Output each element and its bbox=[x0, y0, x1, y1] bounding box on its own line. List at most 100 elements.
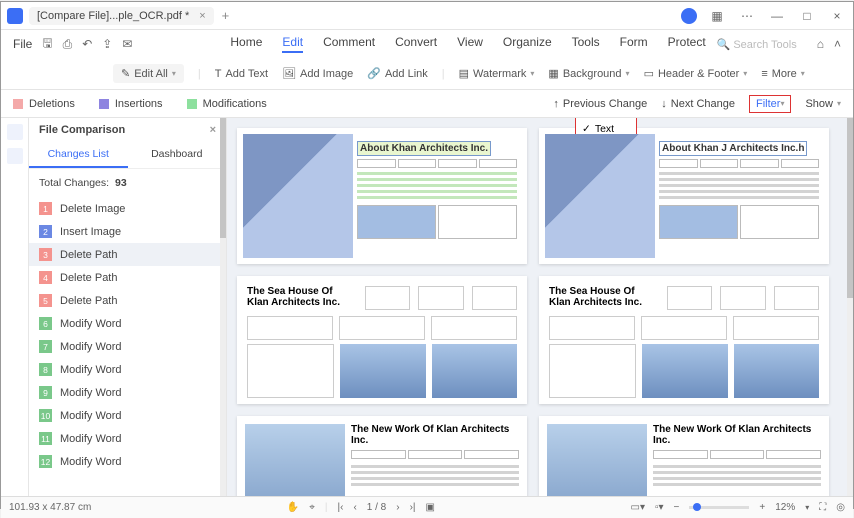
fullscreen-icon[interactable]: ⛶ bbox=[819, 502, 826, 513]
zoom-in-icon[interactable]: + bbox=[759, 502, 765, 513]
add-text-button[interactable]: T Add Text bbox=[215, 68, 268, 80]
menu-tools[interactable]: Tools bbox=[572, 35, 600, 53]
tab-dashboard[interactable]: Dashboard bbox=[128, 142, 227, 168]
reading-mode-icon[interactable]: ▣ bbox=[426, 502, 435, 513]
change-number-badge: 3 bbox=[39, 248, 52, 261]
sidebar-scrollbar[interactable] bbox=[220, 118, 226, 496]
change-item[interactable]: 5Delete Path bbox=[29, 289, 226, 312]
change-label: Modify Word bbox=[60, 387, 122, 399]
watermark-button[interactable]: ▤ Watermark bbox=[459, 67, 535, 80]
page-indicator[interactable]: 1 / 8 bbox=[367, 502, 386, 513]
options-icon[interactable]: ⋯ bbox=[737, 9, 757, 23]
grid-icon[interactable]: ▦ bbox=[707, 9, 727, 23]
menu-form[interactable]: Form bbox=[620, 35, 648, 53]
header-footer-button[interactable]: ▭ Header & Footer bbox=[644, 67, 748, 80]
edit-all-button[interactable]: ✎ Edit All bbox=[113, 64, 184, 83]
previous-change-button[interactable]: ↑ Previous Change bbox=[553, 98, 647, 110]
menu-protect[interactable]: Protect bbox=[668, 35, 706, 53]
minimize-button[interactable]: — bbox=[767, 9, 787, 23]
zoom-out-icon[interactable]: − bbox=[674, 502, 680, 513]
change-label: Modify Word bbox=[60, 318, 122, 330]
zoom-slider[interactable] bbox=[689, 506, 749, 509]
content-scrollbar[interactable] bbox=[847, 118, 853, 496]
change-number-badge: 7 bbox=[39, 340, 52, 353]
next-page-icon[interactable]: › bbox=[396, 502, 399, 513]
fit-page-icon[interactable]: ▫▾ bbox=[655, 502, 664, 513]
page-3-left[interactable]: The New Work Of Klan Architects Inc. bbox=[237, 416, 527, 496]
last-page-icon[interactable]: ›| bbox=[410, 502, 416, 513]
change-label: Modify Word bbox=[60, 410, 122, 422]
undo-icon[interactable]: ↶ bbox=[82, 37, 92, 51]
new-tab-button[interactable]: + bbox=[222, 8, 230, 23]
change-item[interactable]: 2Insert Image bbox=[29, 220, 226, 243]
hand-tool-icon[interactable]: ✋ bbox=[287, 502, 299, 513]
change-item[interactable]: 7Modify Word bbox=[29, 335, 226, 358]
fit-width-icon[interactable]: ▭▾ bbox=[631, 502, 645, 513]
page-2-left[interactable]: The Sea House Of Klan Architects Inc. bbox=[237, 276, 527, 404]
changes-list: 1Delete Image2Insert Image3Delete Path4D… bbox=[29, 197, 226, 496]
rail-icon-1[interactable] bbox=[7, 124, 23, 140]
text-icon: T bbox=[215, 68, 222, 80]
page-image bbox=[243, 134, 353, 258]
change-item[interactable]: 12Modify Word bbox=[29, 450, 226, 473]
sidebar-close-icon[interactable]: × bbox=[210, 124, 216, 136]
close-button[interactable]: × bbox=[827, 9, 847, 23]
page-2b-title: The Sea House Of Klan Architects Inc. bbox=[549, 286, 659, 308]
save-icon[interactable]: 🖫 bbox=[42, 34, 52, 55]
filter-button[interactable]: Filter bbox=[749, 95, 791, 113]
toolbar: ✎ Edit All | T Add Text 🖼 Add Image 🔗 Ad… bbox=[1, 58, 853, 90]
add-link-button[interactable]: 🔗 Add Link bbox=[367, 67, 428, 80]
change-item[interactable]: 9Modify Word bbox=[29, 381, 226, 404]
page-2-right[interactable]: The Sea House Of Klan Architects Inc. bbox=[539, 276, 829, 404]
header-icon: ▭ bbox=[644, 67, 654, 80]
show-button[interactable]: Show bbox=[805, 98, 841, 110]
change-item[interactable]: 6Modify Word bbox=[29, 312, 226, 335]
menu-organize[interactable]: Organize bbox=[503, 35, 552, 53]
more-button[interactable]: ≡ More bbox=[761, 68, 805, 80]
page-3-right[interactable]: The New Work Of Klan Architects Inc. bbox=[539, 416, 829, 496]
first-page-icon[interactable]: |‹ bbox=[338, 502, 344, 513]
user-avatar[interactable] bbox=[681, 8, 697, 24]
mail-icon[interactable]: ✉ bbox=[122, 37, 132, 51]
print-icon[interactable]: ⎙ bbox=[63, 37, 73, 52]
tab-close-icon[interactable]: × bbox=[199, 10, 205, 22]
zoom-value[interactable]: 12% bbox=[775, 502, 795, 513]
add-image-button[interactable]: 🖼 Add Image bbox=[282, 67, 353, 80]
change-label: Modify Word bbox=[60, 456, 122, 468]
select-tool-icon[interactable]: ⌖ bbox=[309, 502, 315, 513]
statusbar: 101.93 x 47.87 cm ✋ ⌖ | |‹ ‹ 1 / 8 › ›| … bbox=[1, 496, 853, 518]
change-item[interactable]: 4Delete Path bbox=[29, 266, 226, 289]
search-tools[interactable]: 🔍 Search Tools bbox=[717, 38, 797, 51]
toolbar-divider: | bbox=[442, 68, 445, 80]
rail-icon-2[interactable] bbox=[7, 148, 23, 164]
cloud-icon[interactable]: ⌂ bbox=[817, 37, 824, 51]
image-icon: 🖼 bbox=[282, 67, 296, 80]
change-item[interactable]: 1Delete Image bbox=[29, 197, 226, 220]
menu-convert[interactable]: Convert bbox=[395, 35, 437, 53]
maximize-button[interactable]: □ bbox=[797, 9, 817, 23]
menu-comment[interactable]: Comment bbox=[323, 35, 375, 53]
app-icon bbox=[7, 8, 23, 24]
chevron-up-icon[interactable]: ˄ bbox=[834, 37, 841, 51]
change-item[interactable]: 8Modify Word bbox=[29, 358, 226, 381]
change-item[interactable]: 3Delete Path bbox=[29, 243, 226, 266]
prev-page-icon[interactable]: ‹ bbox=[353, 502, 356, 513]
page-1b-title: About Khan J Architects Inc.h bbox=[659, 141, 807, 156]
page-1-title: About Khan Architects Inc. bbox=[357, 141, 491, 156]
menu-view[interactable]: View bbox=[457, 35, 483, 53]
menu-home[interactable]: Home bbox=[230, 35, 262, 53]
share-icon[interactable]: ⇪ bbox=[102, 37, 112, 51]
next-change-button[interactable]: ↓ Next Change bbox=[661, 98, 735, 110]
change-item[interactable]: 10Modify Word bbox=[29, 404, 226, 427]
settings-icon[interactable]: ◎ bbox=[836, 502, 845, 513]
page-1-left[interactable]: About Khan Architects Inc. bbox=[237, 128, 527, 264]
menu-edit[interactable]: Edit bbox=[282, 35, 303, 53]
change-item[interactable]: 11Modify Word bbox=[29, 427, 226, 450]
file-menu[interactable]: File bbox=[13, 37, 32, 51]
page-image bbox=[547, 424, 647, 496]
change-label: Delete Image bbox=[60, 203, 125, 215]
tab-changes-list[interactable]: Changes List bbox=[29, 142, 128, 168]
page-1-right[interactable]: About Khan J Architects Inc.h bbox=[539, 128, 829, 264]
document-tab[interactable]: [Compare File]...ple_OCR.pdf * × bbox=[29, 7, 214, 25]
background-button[interactable]: ▦ Background bbox=[548, 67, 629, 80]
